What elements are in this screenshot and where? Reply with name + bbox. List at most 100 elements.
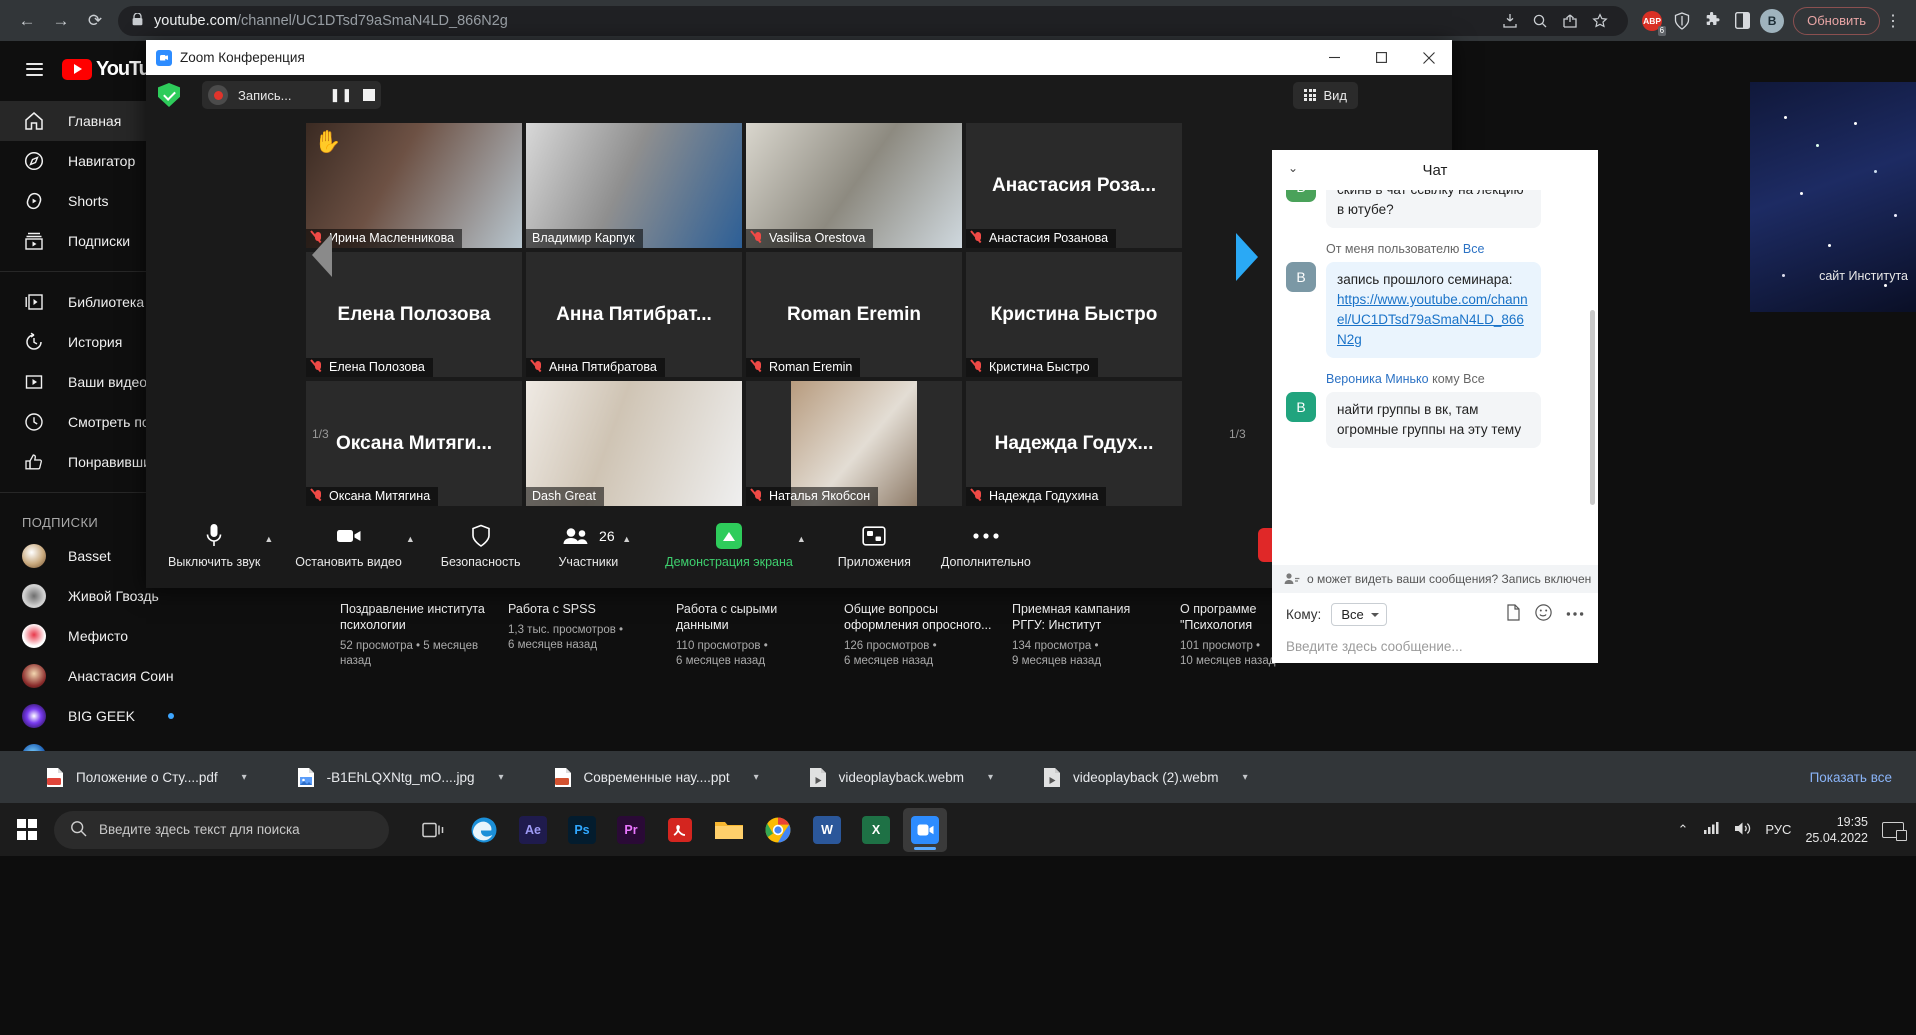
video-options-caret[interactable]: ▲ [402,534,419,544]
windows-taskbar: Введите здесь текст для поиска Ae Ps Pr … [0,803,1916,856]
more-button[interactable]: Дополнительно [941,522,1031,569]
back-button[interactable]: ← [10,4,44,38]
participants-options-caret[interactable]: ▲ [618,534,635,544]
download-item[interactable]: Положение о Сту....pdf ▾ [34,758,255,796]
file-icon[interactable] [1505,604,1521,625]
zoom-icon[interactable] [903,807,947,852]
download-item[interactable]: videoplayback.webm ▾ [797,758,1001,796]
previous-page-button[interactable] [312,233,338,277]
participant-tile[interactable]: Надежда Годух... Надежда Годухина [966,381,1182,506]
extensions-puzzle-icon[interactable] [1697,5,1727,37]
mute-button[interactable]: Выключить звук [168,522,260,569]
file-explorer-icon[interactable] [707,808,751,852]
video-card[interactable]: Приемная кампания РГГУ: Институт психоло… [1012,601,1164,751]
after-effects-icon[interactable]: Ae [511,808,555,852]
volume-icon[interactable] [1734,821,1751,839]
participants-button[interactable]: 26 Участники [558,522,618,569]
chevron-down-icon[interactable]: ▾ [988,772,993,783]
premiere-icon[interactable]: Pr [609,808,653,852]
share-options-caret[interactable]: ▲ [793,534,810,544]
participant-tile[interactable]: Елена Полозова Елена Полозова [306,252,522,377]
sidebar-toggle-icon[interactable] [1727,5,1757,37]
participant-tile[interactable]: Анна Пятибрат... Анна Пятибратова [526,252,742,377]
adblock-extension-button[interactable]: ABP 6 [1637,5,1667,37]
address-bar[interactable]: youtube.com/channel/UC1DTsd79aSmaN4LD_86… [118,5,1629,36]
reload-button[interactable]: ⟳ [78,4,112,38]
more-icon[interactable] [1566,604,1584,625]
chrome-menu-icon[interactable]: ⋮ [1880,6,1906,36]
participant-tile[interactable]: Кристина Быстро Кристина Быстро [966,252,1182,377]
security-button[interactable]: Безопасность [441,522,520,569]
notification-icon[interactable] [1882,821,1907,841]
download-item[interactable]: videoplayback (2).webm ▾ [1031,758,1256,796]
sidebar-item-label: Анастасия Соин [68,668,174,684]
tray-expand-caret-icon[interactable]: ⌃ [1677,822,1688,838]
download-item[interactable]: -B1EhLQXNtg_mO....jpg ▾ [285,758,512,796]
network-icon[interactable] [1702,821,1720,838]
taskbar-search-input[interactable]: Введите здесь текст для поиска [54,810,389,849]
chevron-down-icon[interactable]: ▾ [754,772,759,783]
chrome-icon[interactable] [756,808,800,852]
participant-tile[interactable]: Vasilisa Orestova [746,123,962,248]
shield-extension-icon[interactable] [1667,5,1697,37]
start-button[interactable] [0,803,54,856]
stop-recording-button[interactable] [363,89,376,101]
download-icon[interactable] [1496,7,1524,35]
sidebar-subscription-anastasia-soin[interactable]: Анастасия Соин [0,656,200,696]
sidebar-subscription-big-geek[interactable]: BIG GEEK [0,696,200,736]
download-item[interactable]: Современные нау....ppt ▾ [542,758,767,796]
word-icon[interactable]: W [805,808,849,852]
apps-button[interactable]: Приложения [838,522,911,569]
share-screen-button[interactable]: Демонстрация экрана [665,522,793,569]
update-button[interactable]: Обновить [1793,6,1880,35]
participant-tile[interactable]: Оксана Митяги... Оксана Митягина [306,381,522,506]
clock[interactable]: 19:35 25.04.2022 [1805,814,1868,846]
video-card[interactable]: Работа с SPSS 1,3 тыс. просмотров • 6 ме… [508,601,660,751]
view-button[interactable]: Вид [1293,81,1358,109]
next-page-button[interactable] [1236,233,1262,281]
audio-options-caret[interactable]: ▲ [260,534,277,544]
chevron-down-icon[interactable]: ▾ [1243,772,1248,783]
video-card[interactable]: Поздравление института психологии 52 про… [340,601,492,751]
video-card[interactable]: Общие вопросы оформления опросного... 12… [844,601,996,751]
chat-link[interactable]: https://www.youtube.com/channel/UC1DTsd7… [1337,292,1528,347]
video-card[interactable]: Работа с сырыми данными 110 просмотров •… [676,601,828,751]
share-icon[interactable] [1556,7,1584,35]
close-button[interactable] [1405,40,1452,75]
forward-button[interactable]: → [44,4,78,38]
chat-message-list[interactable]: В скинь в чат ссылку на лекцию в ютубе? … [1272,190,1598,565]
reload-icon: ⟳ [87,10,103,30]
chat-scrollbar[interactable] [1590,310,1595,505]
task-view-icon[interactable] [413,808,457,852]
sidebar-subscription-mefisto[interactable]: Мефисто [0,616,200,656]
participant-tile[interactable]: Владимир Карпук [526,123,742,248]
maximize-button[interactable] [1358,40,1405,75]
participant-tile[interactable]: Анастасия Роза... Анастасия Розанова [966,123,1182,248]
show-all-downloads-button[interactable]: Показать все [1794,770,1908,785]
participant-tile[interactable]: Наталья Якобсон [746,381,962,506]
language-indicator[interactable]: РУС [1765,822,1791,837]
bookmark-star-icon[interactable] [1586,7,1614,35]
photoshop-icon[interactable]: Ps [560,808,604,852]
participant-tile[interactable]: ✋ Ирина Масленникова [306,123,522,248]
pause-recording-button[interactable]: ❚❚ [330,87,354,103]
acrobat-icon[interactable] [658,808,702,852]
participant-tile[interactable]: Roman Eremin Roman Eremin [746,252,962,377]
zoom-title-bar[interactable]: Zoom Конференция [146,40,1452,75]
chevron-down-icon[interactable]: ⌄ [1288,161,1298,175]
chevron-down-icon[interactable]: ▾ [242,772,247,783]
chat-message-input[interactable]: Введите здесь сообщение... [1272,630,1598,663]
video-meta: 1,3 тыс. просмотров • [508,624,624,636]
stop-video-button[interactable]: Остановить видео [295,522,402,569]
profile-avatar-button[interactable]: B [1757,5,1787,37]
edge-icon[interactable] [462,808,506,852]
participant-tile-active-speaker[interactable]: Dash Great [526,381,742,506]
excel-icon[interactable]: X [854,808,898,852]
encryption-shield-icon[interactable] [158,83,180,107]
chat-recipient-select[interactable]: Все [1331,603,1387,626]
emoji-icon[interactable] [1535,604,1552,625]
minimize-button[interactable] [1311,40,1358,75]
search-icon[interactable] [1526,7,1554,35]
chevron-down-icon[interactable]: ▾ [498,772,503,783]
menu-burger-icon[interactable] [14,49,54,89]
